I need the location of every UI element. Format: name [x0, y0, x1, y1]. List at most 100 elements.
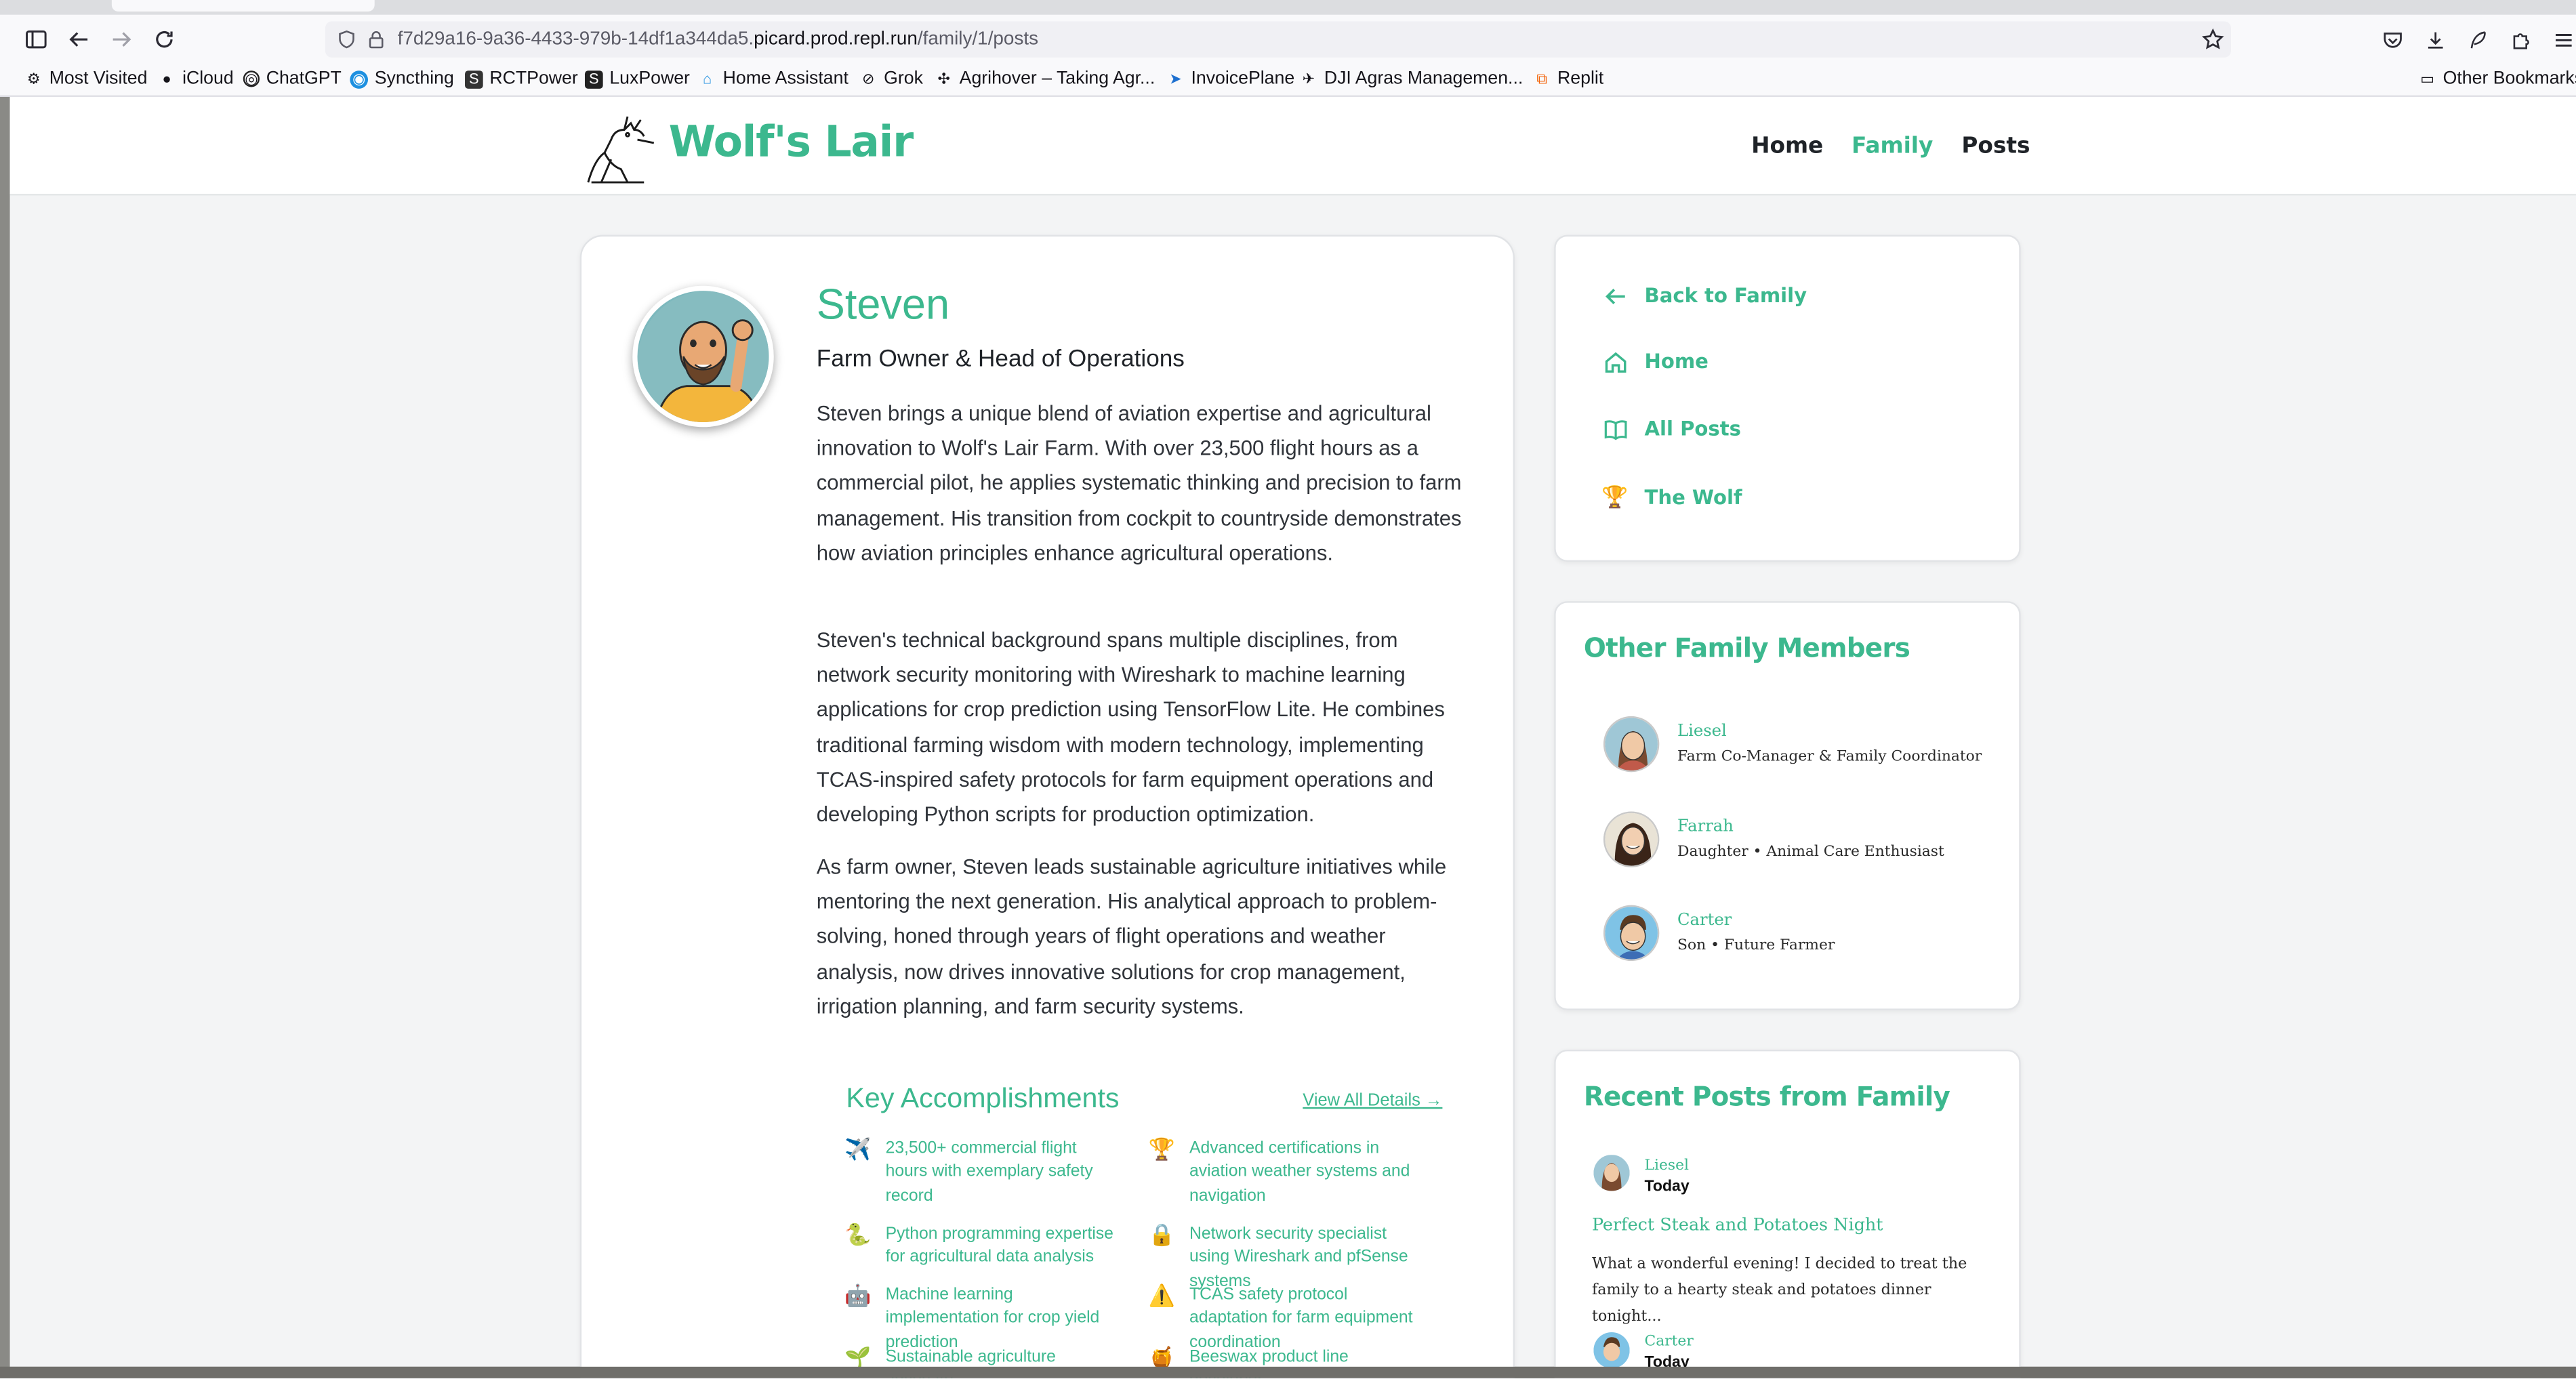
trophy-icon: 🏆 — [1148, 1136, 1175, 1161]
invoiceplane-icon: ➤ — [1169, 70, 1182, 87]
site-header: Wolf's Lair Home Family Posts — [9, 97, 2576, 196]
browser-toolbar: f7d29a16-9a36-4433-979b-14df1a344da5.pic… — [0, 14, 2576, 64]
nav-home[interactable]: Home — [1751, 133, 1823, 159]
site-brand[interactable]: Wolf's Lair — [669, 119, 914, 168]
reload-icon[interactable] — [148, 23, 180, 56]
trophy-icon: 🏆 — [1601, 485, 1629, 510]
sidebar-toggle-icon[interactable] — [20, 23, 52, 56]
url-text: f7d29a16-9a36-4433-979b-14df1a344da5.pic… — [397, 29, 1039, 49]
recent-posts-title: Recent Posts from Family — [1583, 1081, 1950, 1113]
profile-name: Steven — [816, 279, 950, 329]
view-all-details-link[interactable]: View All Details → — [1303, 1091, 1442, 1111]
snake-icon: 🐍 — [844, 1222, 872, 1247]
post-title-link[interactable]: Perfect Steak and Potatoes Night — [1592, 1216, 1883, 1235]
profile-avatar — [632, 285, 774, 428]
bookmarks-bar: ⚙ Most Visited ● iCloud ◎ ChatGPT ◉ Syncthin… — [0, 64, 2576, 98]
pocket-icon[interactable] — [2379, 26, 2405, 53]
active-tab[interactable] — [111, 0, 375, 12]
bio-paragraph: As farm owner, Steven leads sustainable … — [816, 854, 1447, 1018]
post-author-avatar — [1593, 1155, 1630, 1191]
member-name[interactable]: Farrah — [1677, 818, 1734, 836]
forward-icon[interactable] — [105, 23, 138, 56]
accomplishment-text: Python programming expertise for agricul… — [885, 1225, 1113, 1267]
accomplishments-title: Key Accomplishments — [846, 1082, 1120, 1114]
family-members-title: Other Family Members — [1583, 632, 1910, 664]
bookmark-invoiceplane[interactable]: ➤ InvoicePlane — [1166, 69, 1294, 89]
bookmark-syncthing[interactable]: ◉ Syncthing — [350, 69, 454, 89]
bio-paragraph: Steven brings a unique blend of aviation… — [816, 400, 1462, 565]
member-role: Son • Future Farmer — [1677, 938, 1835, 955]
other-bookmarks[interactable]: ▭ Other Bookmarks — [2418, 69, 2576, 89]
sidebar-home-link[interactable]: Home — [1600, 346, 1709, 376]
arrow-left-icon — [1600, 281, 1630, 311]
bookmark-dji-agras[interactable]: ✈ DJI Agras Managemen... — [1299, 69, 1524, 89]
grok-icon: ⊘ — [861, 70, 875, 87]
post-author[interactable]: Carter — [1645, 1334, 1694, 1350]
nav-family[interactable]: Family — [1852, 133, 1933, 159]
replit-icon: ⧉ — [1536, 70, 1547, 87]
post-author[interactable]: Liesel — [1645, 1158, 1689, 1174]
desktop-edge — [0, 1366, 2576, 1378]
folder-icon: ▭ — [2420, 70, 2434, 87]
post-author-avatar — [1593, 1332, 1630, 1369]
member-name[interactable]: Liesel — [1677, 723, 1727, 741]
bio-paragraph: Steven's technical background spans mult… — [816, 627, 1445, 827]
bookmark-agrihover[interactable]: ✣ Agrihover – Taking Agr... — [935, 69, 1155, 89]
home-icon — [1600, 346, 1630, 376]
accomplishment-item: 🐍 Python programming expertise for agricu… — [844, 1222, 1116, 1271]
bookmark-replit[interactable]: ⧉ Replit — [1533, 69, 1603, 89]
book-icon — [1600, 414, 1630, 444]
nav-posts[interactable]: Posts — [1961, 133, 2030, 159]
extensions-puzzle-icon[interactable] — [2507, 26, 2533, 53]
bookmark-most-visited[interactable]: ⚙ Most Visited — [24, 69, 148, 89]
download-icon[interactable] — [2421, 26, 2448, 53]
bookmark-icloud[interactable]: ● iCloud — [158, 69, 233, 89]
profile-role: Farm Owner & Head of Operations — [816, 346, 1185, 373]
bookmark-star-icon[interactable] — [2201, 28, 2224, 51]
back-icon[interactable] — [62, 23, 95, 56]
accomplishment-item: ⚠️ TCAS safety protocol adaptation for fa… — [1148, 1283, 1419, 1356]
drone-icon: ✣ — [937, 70, 950, 87]
page: f7d29a16-9a36-4433-979b-14df1a344da5.pic… — [0, 0, 2576, 1378]
dji-icon: ✈ — [1302, 70, 1315, 87]
address-bar[interactable]: f7d29a16-9a36-4433-979b-14df1a344da5.pic… — [325, 21, 2231, 58]
accomplishment-text: 23,500+ commercial flight hours with exe… — [885, 1140, 1093, 1206]
member-name[interactable]: Carter — [1677, 911, 1732, 930]
lock-icon[interactable] — [365, 28, 388, 51]
wolf-logo-icon[interactable] — [578, 110, 657, 188]
accomplishment-item: 🤖 Machine learning implementation for cro… — [844, 1283, 1116, 1356]
post-date: Today — [1644, 1178, 1690, 1196]
tab-strip — [0, 0, 2576, 15]
back-to-family-link[interactable]: Back to Family — [1600, 281, 1807, 311]
bookmark-luxpower[interactable]: S LuxPower — [584, 69, 690, 89]
accomplishment-text: Machine learning implementation for crop… — [885, 1286, 1100, 1352]
member-avatar-liesel[interactable] — [1603, 716, 1660, 773]
syncthing-icon: ◉ — [350, 70, 368, 88]
accomplishment-item: 🏆 Advanced certifications in aviation wea… — [1148, 1138, 1419, 1210]
member-avatar-carter[interactable] — [1603, 905, 1660, 962]
airplane-icon: ✈️ — [844, 1136, 872, 1161]
rctpower-icon: S — [465, 70, 483, 88]
accomplishment-text: TCAS safety protocol adaptation for farm… — [1189, 1286, 1413, 1352]
bookmark-home-assistant[interactable]: ⌂ Home Assistant — [698, 69, 849, 89]
bookmark-rctpower[interactable]: S RCTPower — [465, 69, 578, 89]
accomplishment-text: Advanced certifications in aviation weat… — [1189, 1140, 1410, 1206]
shield-icon[interactable] — [335, 28, 359, 51]
the-wolf-link[interactable]: 🏆 The Wolf — [1600, 483, 1742, 513]
bookmark-chatgpt[interactable]: ◎ ChatGPT — [243, 69, 342, 89]
bookmark-grok[interactable]: ⊘ Grok — [859, 69, 923, 89]
luxpower-icon: S — [584, 70, 603, 88]
gear-icon: ⚙ — [26, 70, 41, 87]
extension-feather-icon[interactable] — [2464, 26, 2491, 53]
accomplishment-item: ✈️ 23,500+ commercial flight hours with e… — [844, 1138, 1116, 1210]
window-edge — [0, 97, 10, 1378]
home-assistant-icon: ⌂ — [702, 70, 712, 87]
chatgpt-icon: ◎ — [243, 70, 260, 87]
apple-icon: ● — [162, 70, 171, 87]
all-posts-link[interactable]: All Posts — [1600, 414, 1741, 444]
member-role: Daughter • Animal Care Enthusiast — [1677, 844, 1944, 861]
post-excerpt: What a wonderful evening! I decided to t… — [1591, 1255, 1967, 1326]
member-avatar-farrah[interactable] — [1603, 811, 1660, 867]
member-role: Farm Co-Manager & Family Coordinator — [1677, 749, 1982, 766]
menu-icon[interactable] — [2550, 26, 2576, 53]
